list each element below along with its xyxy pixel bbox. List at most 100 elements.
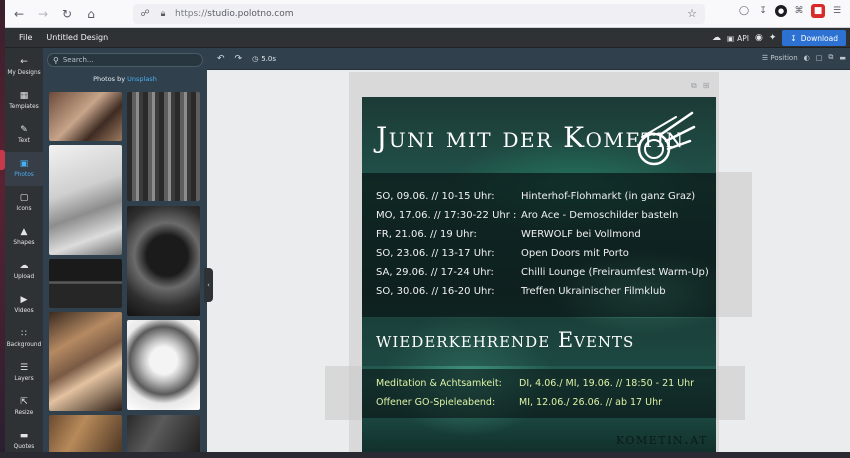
photo-thumbnail[interactable] — [49, 259, 122, 308]
photos-icon: ▣ — [19, 159, 29, 169]
app-header: File Untitled Design ☁ ▣ API ◉ ✦ ↧ Downloa… — [5, 28, 850, 48]
tab-upload[interactable]: ☁ Upload — [5, 254, 43, 288]
comet-icon[interactable] — [632, 107, 698, 169]
photo-thumbnail[interactable] — [127, 206, 200, 316]
event-date: SA, 29.06. // 17-24 Uhr: — [376, 267, 494, 278]
duplicate-toolbar-icon[interactable]: ⧉ — [828, 53, 833, 62]
bookmark-star-icon[interactable]: ☆ — [687, 7, 697, 20]
delete-toolbar-icon[interactable]: ▬ — [839, 54, 846, 62]
clock-icon: ◷ — [252, 54, 259, 63]
tab-photos[interactable]: ▣ Photos — [5, 152, 43, 186]
event-date: SO, 30.06. // 16-20 Uhr: — [376, 286, 495, 297]
download-button[interactable]: ↧ Download — [782, 30, 846, 46]
back-icon[interactable]: ← — [9, 4, 29, 24]
photo-thumbnail[interactable] — [49, 312, 122, 411]
tab-label: Shapes — [13, 240, 35, 246]
url-bar[interactable]: ☍ 🔒︎ https://studio.polotno.com ☆ — [133, 4, 705, 24]
tab-resize[interactable]: ⇱ Resize — [5, 390, 43, 424]
tab-label: Photos — [14, 172, 34, 178]
event-name: Aro Ace - Demoschilder basteln — [521, 210, 679, 221]
poster-canvas[interactable]: Juni mit der Kometin SO, 09.06. // 10-15… — [362, 97, 716, 452]
code-icon: ▣ — [727, 33, 735, 43]
download-icon: ↧ — [790, 33, 797, 43]
photo-thumbnail[interactable] — [127, 92, 200, 201]
canvas-workspace: ⧉ ⊞ Juni mit der Kometin SO, 09.06. // 1… — [207, 70, 850, 452]
panel-collapse-handle[interactable]: ‹ — [204, 268, 213, 302]
tab-label: Background — [6, 342, 42, 348]
resize-icon: ⇱ — [20, 397, 28, 407]
tab-quotes[interactable]: ▬ Quotes — [5, 424, 43, 458]
photos-panel: ⚲ Photos by Unsplash — [43, 48, 207, 452]
upload-icon: ☁ — [19, 261, 29, 271]
tab-text[interactable]: ✎ Text — [5, 118, 43, 152]
photo-thumbnail[interactable] — [127, 320, 200, 410]
side-tabs: ← My Designs ▦ Templates ✎ Text ▣ Photos ▢ Ic… — [5, 48, 43, 452]
tab-label: Text — [18, 138, 30, 144]
position-label: Position — [770, 53, 798, 62]
tab-label: My Designs — [7, 70, 41, 76]
pocket-icon[interactable]: ◯ — [737, 4, 751, 18]
website-label[interactable]: kometin.at — [616, 430, 708, 448]
cloud-icon[interactable]: ☁ — [712, 33, 721, 43]
shapes-icon: ▲ — [20, 227, 28, 237]
forward-icon[interactable]: → — [33, 4, 53, 24]
home-icon[interactable]: ⌂ — [81, 4, 101, 24]
twitter-icon[interactable]: ✦ — [769, 33, 777, 43]
addon-icon[interactable]: ■ — [811, 4, 825, 18]
tab-label: Videos — [14, 308, 34, 314]
icons-icon: ▢ — [19, 193, 29, 203]
redo-icon[interactable]: ↷ — [235, 54, 243, 64]
tab-label: Templates — [9, 104, 39, 110]
position-button[interactable]: ☰ Position — [762, 54, 798, 62]
photos-credit: Photos by Unsplash — [43, 75, 207, 83]
editor-toolbar: ↶ ↷ ◷ 5.0s ☰ Position ◐ □ ⧉ ▬ — [207, 48, 850, 70]
photo-thumbnail[interactable] — [49, 415, 122, 452]
duration-button[interactable]: ◷ 5.0s — [252, 55, 276, 63]
undo-icon[interactable]: ↶ — [217, 54, 225, 64]
github-icon[interactable]: ◉ — [755, 33, 763, 43]
add-page-icon[interactable]: ⊞ — [703, 81, 710, 91]
unsplash-link[interactable]: Unsplash — [127, 75, 157, 83]
tab-label: Quotes — [13, 444, 35, 450]
layers-icon: ☰ — [19, 363, 29, 373]
extension-icon[interactable]: ● — [775, 5, 787, 17]
position-icon: ☰ — [761, 53, 769, 62]
recurring-box — [362, 369, 716, 418]
browser-toolbar: ← → ↻ ⌂ ☍ 🔒︎ https://studio.polotno.com … — [5, 0, 850, 28]
tab-shapes[interactable]: ▲ Shapes — [5, 220, 43, 254]
search-input[interactable] — [62, 56, 193, 64]
design-title[interactable]: Untitled Design — [46, 33, 108, 42]
event-date: MO, 17.06. // 17:30-22 Uhr : — [376, 210, 517, 221]
recurring-label: Offener GO-Spieleabend: — [376, 397, 496, 408]
recurring-title[interactable]: wiederkehrende Events — [376, 328, 634, 352]
photo-thumbnail[interactable] — [49, 145, 122, 255]
photo-thumbnail[interactable] — [127, 415, 200, 452]
event-name: Hinterhof-Flohmarkt (in ganz Graz) — [521, 191, 696, 202]
event-date: FR, 21.06. // 19 Uhr: — [376, 229, 477, 240]
menu-icon[interactable]: ☰ — [830, 4, 844, 18]
lock-toolbar-icon[interactable]: □ — [816, 54, 823, 62]
tab-videos[interactable]: ▶ Videos — [5, 288, 43, 322]
tab-icons[interactable]: ▢ Icons — [5, 186, 43, 220]
lock-icon: 🔒︎ — [160, 9, 166, 19]
recurring-label: Meditation & Achtsamkeit: — [376, 378, 502, 389]
photo-thumbnail[interactable] — [49, 92, 122, 141]
url-text: https://studio.polotno.com — [175, 9, 294, 19]
reload-icon[interactable]: ↻ — [57, 4, 77, 24]
duplicate-page-icon[interactable]: ⧉ — [691, 81, 697, 91]
tab-layers[interactable]: ☰ Layers — [5, 356, 43, 390]
videos-icon: ▶ — [20, 295, 28, 305]
recurring-when: MI, 12.06./ 26.06. // ab 17 Uhr — [519, 397, 662, 408]
tab-templates[interactable]: ▦ Templates — [5, 84, 43, 118]
url-protocol: https:// — [175, 9, 208, 19]
tab-label: Icons — [16, 206, 32, 212]
api-button[interactable]: ▣ API — [727, 34, 749, 43]
downloads-icon[interactable]: ↧ — [756, 4, 770, 18]
tab-background[interactable]: ∷ Background — [5, 322, 43, 356]
download-label: Download — [800, 33, 838, 43]
puzzle-icon[interactable]: ⌘ — [792, 4, 806, 18]
tab-label: Upload — [13, 274, 35, 280]
opacity-icon[interactable]: ◐ — [804, 54, 810, 62]
file-menu[interactable]: File — [19, 33, 32, 42]
tab-my-designs[interactable]: ← My Designs — [5, 50, 43, 84]
